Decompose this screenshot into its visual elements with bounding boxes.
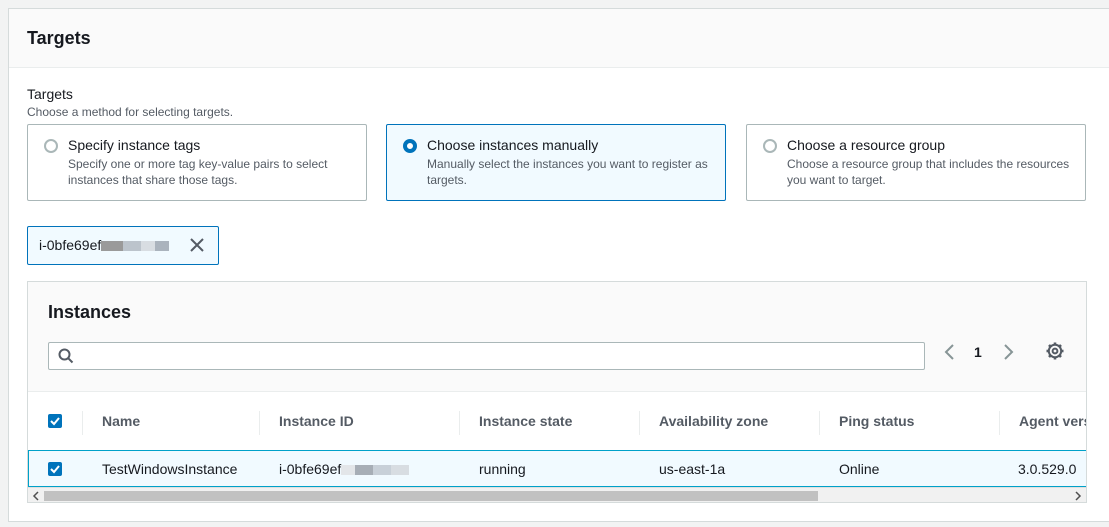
redacted-block [373, 465, 392, 476]
scrollbar-thumb[interactable] [44, 491, 818, 501]
cell-name: TestWindowsInstance [102, 461, 238, 477]
gear-icon[interactable] [1045, 341, 1065, 361]
column-header-agent-version[interactable]: Agent vers [1019, 406, 1086, 439]
cell-agent-version: 3.0.529.0 [1018, 461, 1077, 477]
chevron-right-icon[interactable] [999, 342, 1017, 362]
targets-panel: Targets Targets Choose a method for sele… [8, 8, 1109, 522]
column-header-instance-id[interactable]: Instance ID [279, 406, 354, 439]
column-header-ping-status[interactable]: Ping status [839, 406, 914, 439]
column-separator [999, 411, 1000, 435]
table-row[interactable]: TestWindowsInstance i-0bfe69ef running u… [28, 450, 1086, 487]
column-separator [259, 411, 260, 435]
page-title: Targets [27, 28, 91, 48]
column-separator [639, 411, 640, 435]
targets-field-description: Choose a method for selecting targets. [27, 105, 234, 119]
instances-search [48, 342, 925, 370]
column-separator [819, 411, 820, 435]
tile-choose-resource-group[interactable]: Choose a resource group Choose a resourc… [746, 124, 1086, 201]
radio-specify-instance-tags[interactable] [44, 139, 58, 153]
cell-availability-zone: us-east-1a [659, 461, 726, 477]
cell-instance-state: running [479, 461, 526, 477]
radio-choose-resource-group[interactable] [763, 139, 777, 153]
instances-title: Instances [48, 302, 132, 322]
targets-panel-header: Targets [9, 9, 1109, 68]
search-icon [58, 348, 74, 364]
redacted-block [341, 465, 356, 476]
tile-title: Specify instance tags [68, 137, 201, 153]
checkmark-icon [50, 417, 60, 426]
radio-choose-instances-manually[interactable] [403, 139, 417, 153]
scroll-right-icon[interactable] [1073, 490, 1083, 502]
redacted-block [391, 465, 410, 476]
cell-instance-id-text: i-0bfe69ef [279, 461, 342, 477]
cell-instance-id: i-0bfe69ef [279, 461, 410, 477]
tile-choose-instances-manually[interactable]: Choose instances manually Manually selec… [386, 124, 726, 201]
select-all-checkbox[interactable] [48, 414, 62, 428]
token-instance-id: i-0bfe69ef [39, 237, 102, 253]
page-number[interactable]: 1 [974, 344, 982, 360]
instances-table-container: Instances 1 Name Instance ID Instance st… [27, 281, 1087, 503]
column-separator [82, 411, 83, 435]
tile-specify-instance-tags[interactable]: Specify instance tags Specify one or mor… [27, 124, 367, 201]
redacted-block [123, 241, 142, 252]
search-input[interactable] [79, 346, 909, 366]
column-header-instance-state[interactable]: Instance state [479, 406, 572, 439]
chevron-left-icon[interactable] [941, 342, 959, 362]
checkmark-icon [50, 465, 60, 474]
row-checkbox[interactable] [48, 462, 62, 476]
tile-description: Choose a resource group that includes th… [787, 157, 1070, 187]
tile-title: Choose a resource group [787, 137, 945, 153]
instances-header: Instances 1 [28, 282, 1086, 392]
redacted-block [155, 241, 170, 252]
tile-title: Choose instances manually [427, 137, 599, 153]
column-header-name[interactable]: Name [102, 406, 140, 439]
targets-field-label: Targets [27, 86, 73, 102]
token-label: i-0bfe69ef [39, 237, 170, 253]
redacted-block [141, 241, 156, 252]
selected-instance-token: i-0bfe69ef [27, 226, 219, 265]
scroll-left-icon[interactable] [31, 490, 41, 502]
redacted-block [101, 241, 124, 252]
tile-description: Manually select the instances you want t… [427, 157, 708, 187]
column-header-availability-zone[interactable]: Availability zone [659, 406, 768, 439]
close-icon[interactable] [188, 236, 206, 254]
horizontal-scrollbar[interactable] [28, 487, 1086, 502]
column-separator [459, 411, 460, 435]
table-header: Name Instance ID Instance state Availabi… [28, 406, 1086, 439]
cell-ping-status: Online [839, 461, 880, 477]
tile-description: Specify one or more tag key-value pairs … [68, 157, 328, 187]
redacted-block [355, 465, 374, 476]
